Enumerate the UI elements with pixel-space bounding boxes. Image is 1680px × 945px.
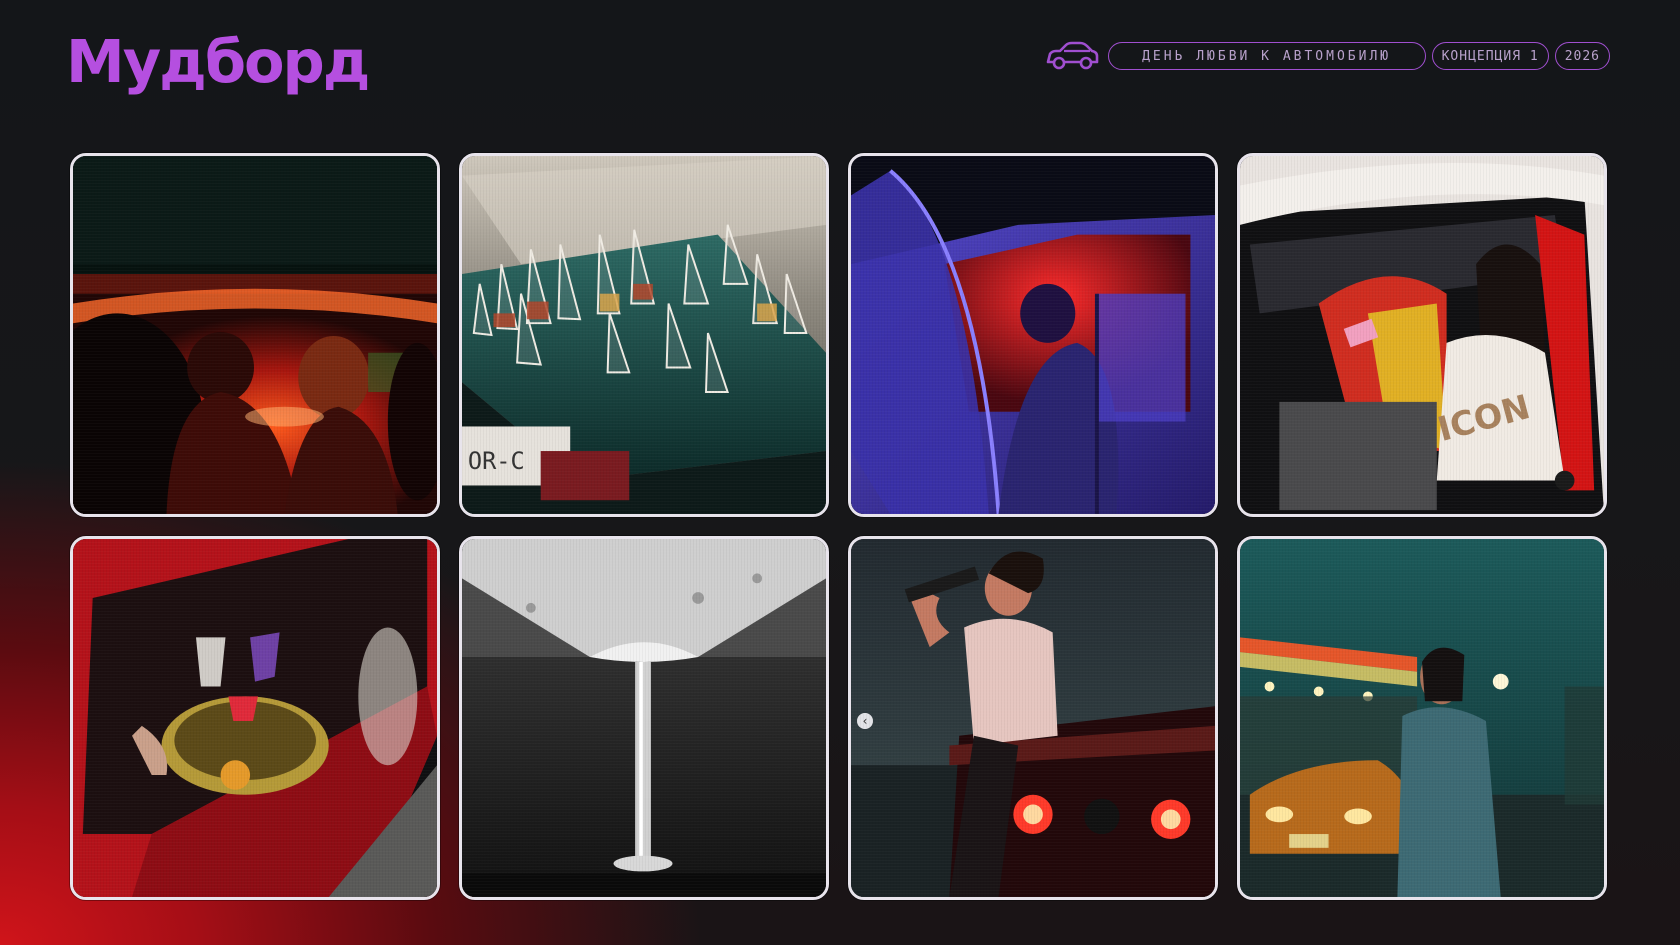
moodboard-image-glasses-on-trunk[interactable]: OR-C: [459, 153, 829, 517]
page-title: Мудборд: [66, 27, 370, 96]
open-car-door-image: [851, 156, 1215, 514]
moodboard-grid: OR-C ICON ‹: [70, 153, 1607, 900]
moodboard-image-glass-stem[interactable]: [459, 536, 829, 900]
woman-in-race-car-image: ICON: [1240, 156, 1604, 514]
header-tags: ДЕНЬ ЛЮБВИ К АВТОМОБИЛЮ КОНЦЕПЦИЯ 1 2026: [1044, 40, 1610, 72]
couple-in-car-image: [73, 156, 437, 514]
glasses-on-trunk-image: OR-C: [462, 156, 826, 514]
drinks-tray-image: [73, 539, 437, 897]
car-icon: [1046, 41, 1098, 70]
moodboard-image-open-car-door[interactable]: [848, 153, 1218, 517]
moodboard-image-woman-in-race-car[interactable]: ICON: [1237, 153, 1607, 517]
license-plate-text: OR-C: [468, 447, 525, 475]
man-on-car-tail-image: [851, 539, 1215, 897]
year-tag: 2026: [1554, 42, 1610, 70]
moodboard-image-man-on-car-tail[interactable]: ‹: [848, 536, 1218, 900]
moodboard-image-gas-station[interactable]: [1237, 536, 1607, 900]
gas-station-image: [1240, 539, 1604, 897]
concept-tag: КОНЦЕПЦИЯ 1: [1431, 42, 1549, 70]
moodboard-image-couple-in-car[interactable]: [70, 153, 440, 517]
event-tag: ДЕНЬ ЛЮБВИ К АВТОМОБИЛЮ: [1107, 42, 1426, 70]
glass-stem-image: [462, 539, 826, 897]
chevron-left-icon[interactable]: ‹: [857, 713, 873, 729]
moodboard-image-drinks-tray[interactable]: [70, 536, 440, 900]
